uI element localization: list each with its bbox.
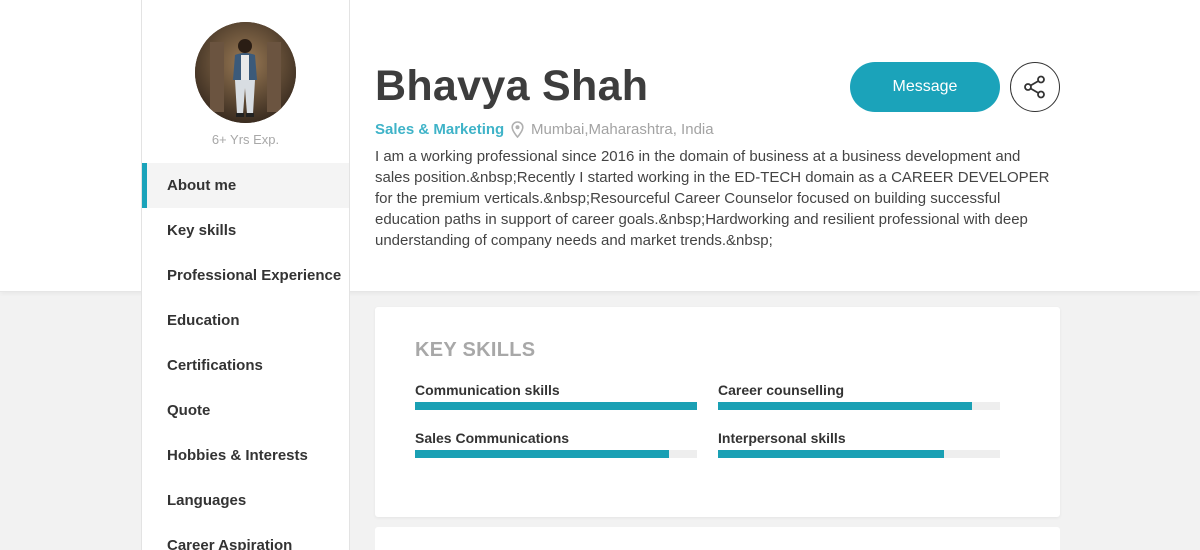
avatar: [195, 22, 296, 123]
key-skills-title: KEY SKILLS: [415, 339, 536, 361]
sidebar-item-professional-experience[interactable]: Professional Experience: [142, 253, 349, 298]
sidebar-item-languages[interactable]: Languages: [142, 478, 349, 523]
skill-bar-fill: [415, 450, 669, 458]
profile-bio: I am a working professional since 2016 i…: [375, 148, 1050, 249]
skill-bar-fill: [718, 450, 944, 458]
skill-bar: [718, 450, 1000, 458]
share-icon: [1024, 75, 1045, 99]
skill-bar: [415, 402, 697, 410]
profile-name: Bhavya Shah: [375, 62, 649, 110]
location-pin-icon: [511, 121, 524, 139]
skill-bar-fill: [415, 402, 697, 410]
skill-label: Career counselling: [718, 382, 845, 398]
sidebar-item-about-me[interactable]: About me: [142, 163, 349, 208]
message-button[interactable]: Message: [850, 62, 1000, 112]
sidebar-item-education[interactable]: Education: [142, 298, 349, 343]
skill-bar: [415, 450, 697, 458]
sidebar-nav: About me Key skills Professional Experie…: [142, 163, 349, 550]
skill-bar-fill: [718, 402, 972, 410]
next-section-card: [375, 527, 1060, 550]
sidebar-item-hobbies-interests[interactable]: Hobbies & Interests: [142, 433, 349, 478]
skill-item: Sales Communications: [415, 428, 697, 458]
key-skills-card: KEY SKILLS Communication skills Career c…: [375, 307, 1060, 517]
skill-item: Career counselling: [718, 380, 1000, 410]
sidebar-item-key-skills[interactable]: Key skills: [142, 208, 349, 253]
skill-label: Communication skills: [415, 382, 560, 398]
profile-sidebar: 6+ Yrs Exp. About me Key skills Professi…: [141, 0, 350, 550]
skill-label: Interpersonal skills: [718, 430, 846, 446]
share-button[interactable]: [1010, 62, 1060, 112]
experience-label: 6+ Yrs Exp.: [211, 132, 280, 147]
skill-item: Communication skills: [415, 380, 697, 410]
sidebar-item-quote[interactable]: Quote: [142, 388, 349, 433]
sidebar-item-career-aspiration[interactable]: Career Aspiration: [142, 523, 349, 550]
profile-location: Mumbai,Maharashtra, India: [531, 121, 714, 138]
skill-label: Sales Communications: [415, 430, 570, 446]
skill-item: Interpersonal skills: [718, 428, 1000, 458]
skill-bar: [718, 402, 1000, 410]
sidebar-item-certifications[interactable]: Certifications: [142, 343, 349, 388]
profile-role: Sales & Marketing: [375, 121, 505, 138]
